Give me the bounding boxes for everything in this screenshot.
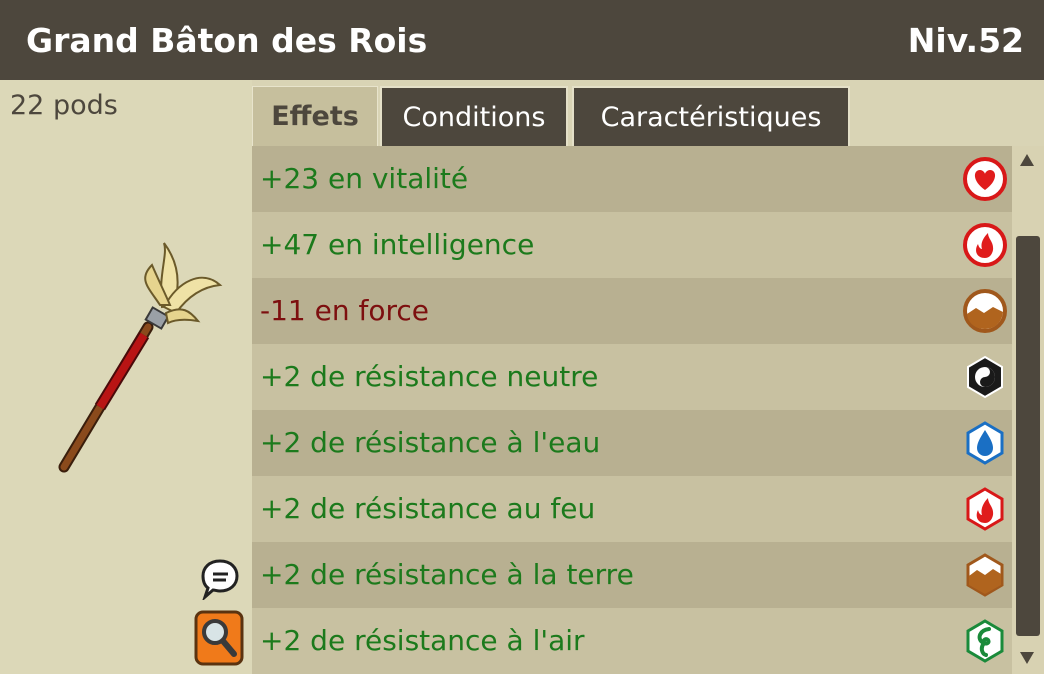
effect-row: -11 en force bbox=[252, 278, 1012, 344]
earth-resistance-icon bbox=[966, 553, 1004, 597]
fire-resistance-icon bbox=[966, 487, 1004, 531]
item-name: Grand Bâton des Rois bbox=[26, 21, 428, 60]
effect-row: +2 de résistance au feu bbox=[252, 476, 1012, 542]
staff-item-image bbox=[58, 242, 223, 473]
effect-row: +23 en vitalité bbox=[252, 146, 1012, 212]
effect-label: +2 de résistance à l'eau bbox=[260, 426, 601, 459]
tab-effets[interactable]: Effets bbox=[252, 86, 378, 146]
item-weight: 22 pods bbox=[10, 90, 118, 121]
effect-label: -11 en force bbox=[260, 294, 430, 327]
item-header: Grand Bâton des Rois Niv.52 bbox=[0, 0, 1044, 80]
neutral-resistance-icon bbox=[967, 355, 1003, 399]
tab-conditions[interactable]: Conditions bbox=[380, 86, 568, 146]
scroll-thumb[interactable] bbox=[1016, 236, 1040, 636]
effect-label: +23 en vitalité bbox=[260, 162, 469, 195]
effect-row: +47 en intelligence bbox=[252, 212, 1012, 278]
effect-row: +2 de résistance à l'eau bbox=[252, 410, 1012, 476]
effect-label: +2 de résistance à la terre bbox=[260, 558, 634, 591]
strength-earth-icon bbox=[963, 289, 1007, 333]
item-preview-panel: 22 pods bbox=[0, 80, 252, 674]
item-level: Niv.52 bbox=[907, 21, 1024, 60]
effect-row: +2 de résistance à l'air bbox=[252, 608, 1012, 674]
effect-row: +2 de résistance neutre bbox=[252, 344, 1012, 410]
effect-label: +2 de résistance à l'air bbox=[260, 624, 585, 657]
effect-label: +47 en intelligence bbox=[260, 228, 535, 261]
effect-row: +2 de résistance à la terre bbox=[252, 542, 1012, 608]
vitality-heart-icon bbox=[963, 157, 1007, 201]
speech-bubble-icon[interactable] bbox=[200, 558, 240, 600]
inspect-magnifier-icon[interactable] bbox=[194, 610, 244, 666]
effects-scrollbar[interactable] bbox=[1012, 146, 1044, 674]
intelligence-fire-icon bbox=[963, 223, 1007, 267]
effects-list: +23 en vitalité +47 en intelligence -11 … bbox=[252, 146, 1012, 674]
air-resistance-icon bbox=[966, 619, 1004, 663]
tab-caracteristiques[interactable]: Caractéristiques bbox=[572, 86, 850, 146]
water-resistance-icon bbox=[966, 421, 1004, 465]
item-tabs: Effets Conditions Caractéristiques bbox=[252, 80, 1044, 146]
scroll-up-arrow-icon[interactable] bbox=[1020, 154, 1034, 166]
scroll-down-arrow-icon[interactable] bbox=[1020, 652, 1034, 664]
effect-label: +2 de résistance neutre bbox=[260, 360, 599, 393]
effect-label: +2 de résistance au feu bbox=[260, 492, 596, 525]
